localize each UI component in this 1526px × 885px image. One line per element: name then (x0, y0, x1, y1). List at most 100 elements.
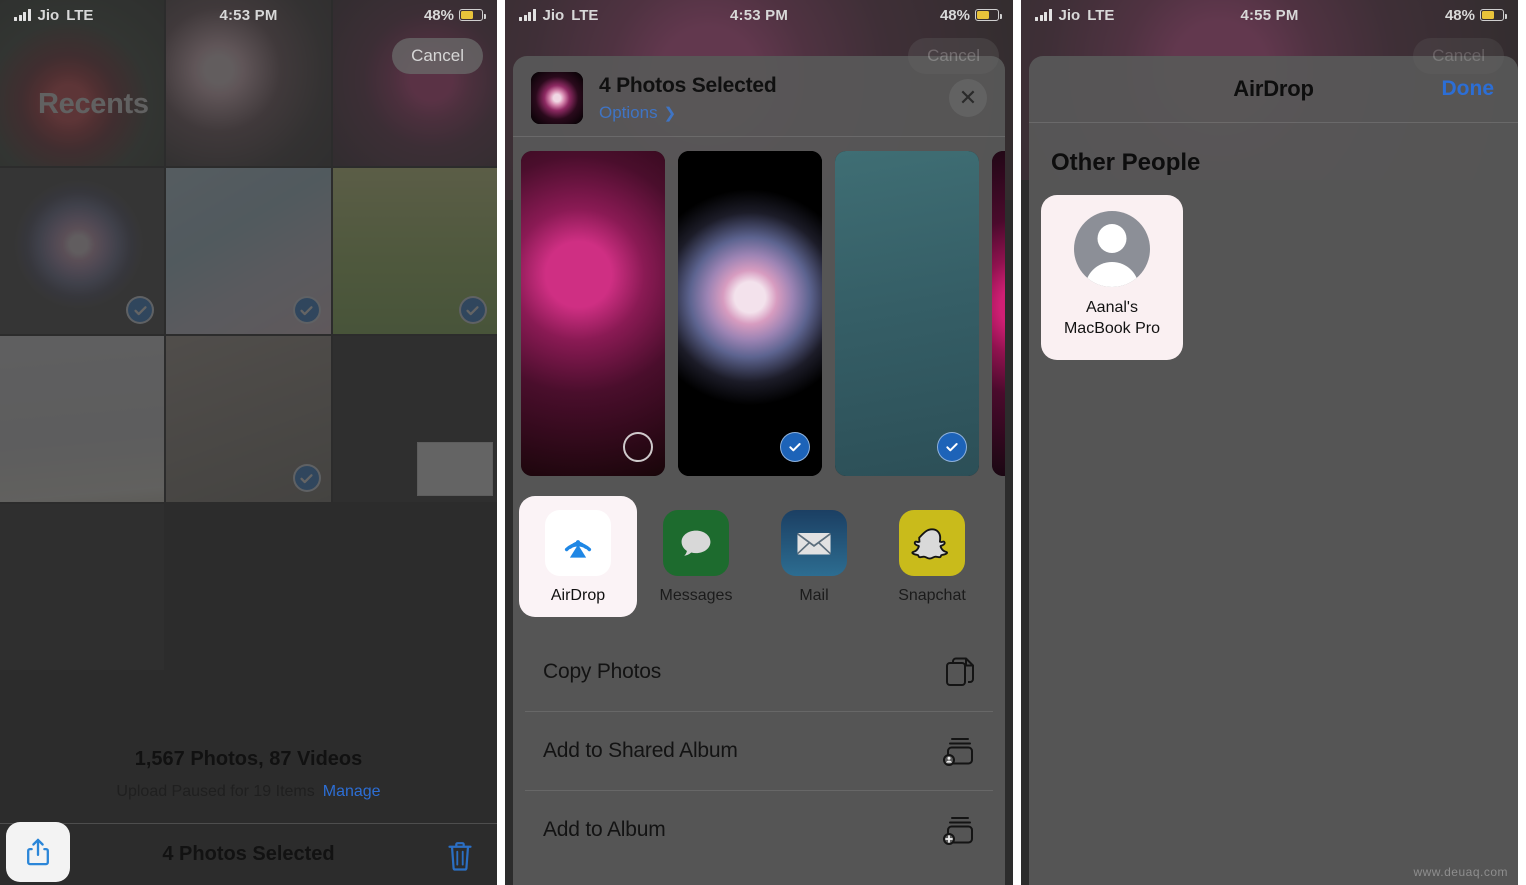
manage-link[interactable]: Manage (323, 783, 381, 800)
preview-unchecked-icon[interactable] (623, 432, 653, 462)
panel-divider (1013, 0, 1021, 885)
preview-card[interactable] (992, 151, 1005, 476)
share-target-messages[interactable]: Messages (637, 496, 755, 617)
carrier-label: Jio (1058, 6, 1081, 24)
share-thumbnail (531, 72, 583, 124)
upload-status-label: Upload Paused for 19 Items (116, 783, 315, 800)
share-button[interactable] (6, 822, 70, 882)
share-title: 4 Photos Selected (599, 73, 777, 97)
photo-check-icon[interactable] (292, 296, 321, 324)
preview-check-icon[interactable] (937, 432, 967, 462)
messages-icon (663, 510, 729, 576)
action-label: Add to Album (543, 818, 666, 841)
network-label: LTE (66, 6, 94, 24)
share-target-label: Messages (659, 587, 733, 604)
network-label: LTE (1087, 6, 1115, 24)
selection-count-label: 4 Photos Selected (162, 843, 335, 865)
photo-cell[interactable] (332, 336, 497, 502)
clock-label: 4:53 PM (219, 6, 278, 24)
album-title: Recents (38, 88, 149, 120)
signal-icon (14, 9, 31, 21)
share-target-label: Snapchat (898, 587, 966, 604)
photo-cell[interactable] (0, 504, 165, 670)
airdrop-title: AirDrop (1233, 76, 1314, 101)
status-bar: Jio LTE 4:53 PM 48% (505, 0, 1013, 30)
network-label: LTE (571, 6, 599, 24)
photo-cell[interactable] (0, 336, 165, 502)
clock-label: 4:55 PM (1240, 6, 1299, 24)
airdrop-contacts-list: Aanal's MacBook Pro (1029, 177, 1518, 360)
person-avatar-icon (1074, 211, 1150, 287)
action-row-add-to-shared-album[interactable]: Add to Shared Album (525, 712, 993, 791)
panel-airdrop: Cancel AirDrop Done Other People Aanal's… (1021, 0, 1518, 885)
preview-card[interactable] (521, 151, 665, 476)
share-sheet: 4 Photos Selected Options ❯ ✕ AirDrop Me… (513, 56, 1005, 885)
share-target-whatsapp[interactable]: Wh (991, 496, 1005, 617)
action-label: Add to Shared Album (543, 739, 738, 762)
action-label: Copy Photos (543, 660, 662, 683)
photos-bottom-bar: 1,567 Photos, 87 Videos Upload Paused fo… (0, 742, 497, 885)
photo-check-icon[interactable] (292, 464, 321, 492)
share-target-airdrop[interactable]: AirDrop (519, 496, 637, 617)
add-album-icon (943, 817, 973, 845)
watermark: www.deuaq.com (1413, 865, 1508, 879)
contact-name-line2: MacBook Pro (1063, 319, 1161, 337)
action-row-add-to-album[interactable]: Add to Album (525, 791, 993, 869)
selected-previews (513, 137, 1005, 492)
selection-toolbar: 4 Photos Selected (0, 822, 497, 885)
close-button[interactable]: ✕ (949, 79, 987, 117)
status-bar: Jio LTE 4:53 PM 48% (0, 0, 497, 30)
share-icon (27, 838, 49, 866)
photo-cell-empty (333, 504, 497, 670)
options-label: Options (599, 102, 658, 122)
photo-cell[interactable] (332, 168, 497, 334)
share-target-label: AirDrop (550, 587, 606, 604)
signal-icon (1035, 9, 1052, 21)
cancel-button[interactable]: Cancel (908, 38, 999, 74)
photo-cell[interactable] (0, 168, 165, 334)
share-actions-list: Copy Photos Add to Shared Album Add to A… (525, 633, 993, 869)
preview-check-icon[interactable] (780, 432, 810, 462)
trash-icon[interactable] (445, 840, 475, 872)
carrier-label: Jio (37, 6, 60, 24)
action-row-copy-photos[interactable]: Copy Photos (525, 633, 993, 712)
cancel-button[interactable]: Cancel (392, 38, 483, 74)
contact-name: Aanal's MacBook Pro (1064, 298, 1160, 340)
snapchat-icon (899, 510, 965, 576)
panel-photos-picker: Recents Cancel 1,567 Photos, 87 Videos U… (0, 0, 497, 885)
signal-icon (519, 9, 536, 21)
screenshot-stage: Recents Cancel 1,567 Photos, 87 Videos U… (0, 0, 1526, 885)
share-target-label: Mail (799, 587, 829, 604)
panel-share-sheet: Cancel 4 Photos Selected Options ❯ ✕ Air… (505, 0, 1013, 885)
clock-label: 4:53 PM (729, 6, 789, 24)
photo-cell[interactable] (166, 336, 331, 502)
copy-icon (946, 657, 974, 686)
airdrop-contact-card[interactable]: Aanal's MacBook Pro (1041, 195, 1183, 360)
contact-name-line1: Aanal's (1086, 299, 1138, 316)
section-header-other-people: Other People (1051, 149, 1201, 176)
panel-divider (497, 0, 505, 885)
options-button[interactable]: Options ❯ (599, 103, 949, 123)
library-counts: 1,567 Photos, 87 Videos (134, 748, 363, 770)
share-target-mail[interactable]: Mail (755, 496, 873, 617)
status-bar: Jio LTE 4:55 PM 48% (1021, 0, 1518, 30)
battery-icon (1479, 9, 1507, 21)
battery-percent-label: 48% (1444, 6, 1475, 24)
preview-card[interactable] (678, 151, 822, 476)
done-button[interactable]: Done (1442, 77, 1495, 101)
airdrop-sheet: AirDrop Done Other People Aanal's MacBoo… (1029, 56, 1518, 885)
share-app-row: AirDrop Messages Mail Snapchat (513, 492, 1005, 623)
cancel-button[interactable]: Cancel (1413, 38, 1504, 74)
battery-icon (458, 9, 486, 21)
battery-percent-label: 48% (423, 6, 454, 24)
photo-check-icon[interactable] (458, 296, 487, 324)
photo-cell-empty (166, 504, 330, 670)
carrier-label: Jio (542, 6, 565, 24)
shared-album-icon (943, 738, 973, 766)
photo-cell[interactable] (166, 168, 331, 334)
preview-card[interactable] (835, 151, 979, 476)
battery-icon (975, 9, 1002, 21)
battery-percent-label: 48% (939, 6, 970, 24)
share-target-snapchat[interactable]: Snapchat (873, 496, 991, 617)
